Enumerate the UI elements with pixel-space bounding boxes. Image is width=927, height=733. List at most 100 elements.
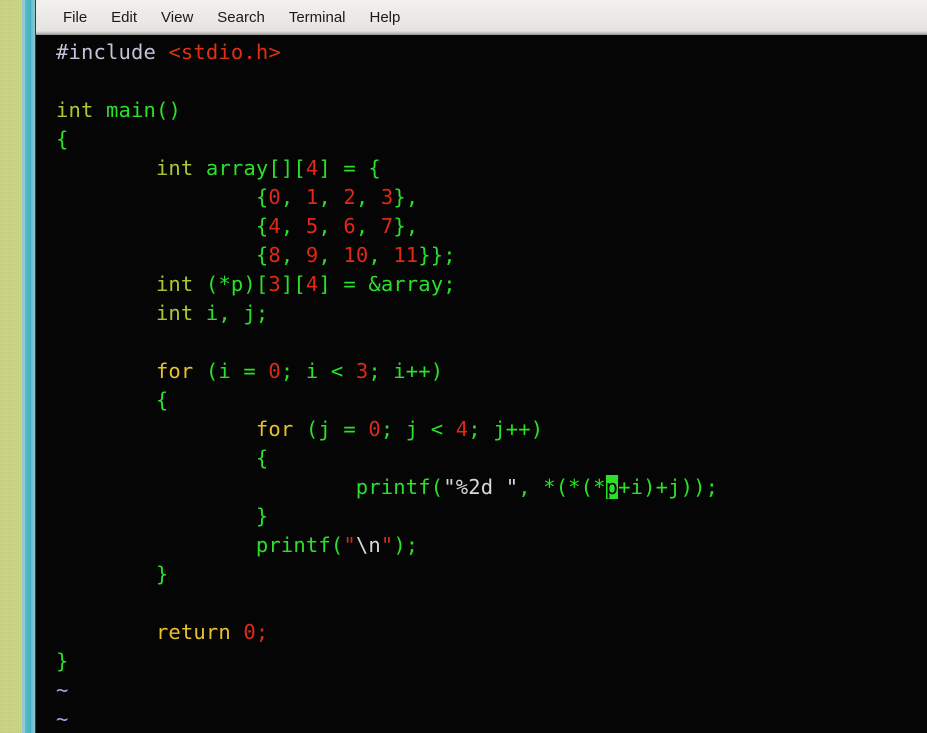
code-token: 1 <box>305 185 319 209</box>
code-line: printf("%2d ", *(*(*p+i)+j)); <box>56 473 718 502</box>
code-token: (i = <box>193 359 269 383</box>
code-line: for (j = 0; j < 4; j++) <box>56 415 718 444</box>
code-token: , <box>355 214 381 238</box>
code-line: ~ <box>56 676 718 705</box>
menu-file[interactable]: File <box>54 8 96 27</box>
code-token: array[][ <box>193 156 306 180</box>
code-token: 4 <box>455 417 469 441</box>
code-line: printf("\n"); <box>56 531 718 560</box>
code-token: 11 <box>393 243 419 267</box>
code-token: int <box>155 272 194 296</box>
code-token: }, <box>393 214 419 238</box>
code-token: int <box>155 301 194 325</box>
menu-edit[interactable]: Edit <box>102 8 146 27</box>
code-token: return <box>155 620 231 644</box>
code-token: , <box>280 185 306 209</box>
code-token: { <box>56 243 269 267</box>
code-token: ~ <box>56 678 69 702</box>
code-token: , <box>318 214 344 238</box>
code-token: ; j < <box>380 417 456 441</box>
code-token: { <box>56 388 169 412</box>
code-token: 4 <box>305 272 319 296</box>
code-token: ; i < <box>280 359 356 383</box>
code-token: , <box>318 243 344 267</box>
text-cursor: p <box>605 475 619 499</box>
code-token: 0 <box>243 620 256 644</box>
code-token: 0 <box>268 359 281 383</box>
code-token: ] = { <box>318 156 381 180</box>
code-token: (*p)[ <box>193 272 269 296</box>
code-token: { <box>56 127 69 151</box>
menu-help[interactable]: Help <box>361 8 410 27</box>
code-token: 5 <box>305 214 319 238</box>
code-token: { <box>56 446 269 470</box>
code-token: 3 <box>268 272 281 296</box>
code-token: #include <box>56 40 169 64</box>
code-token: 4 <box>305 156 319 180</box>
code-token: 8 <box>268 243 281 267</box>
code-line: {4, 5, 6, 7}, <box>56 212 718 241</box>
code-line: {8, 9, 10, 11}}; <box>56 241 718 270</box>
code-token: } <box>56 562 169 586</box>
code-line: int (*p)[3][4] = &array; <box>56 270 718 299</box>
code-token: 7 <box>380 214 394 238</box>
code-token: 9 <box>305 243 319 267</box>
code-token: { <box>56 185 269 209</box>
code-line: { <box>56 386 718 415</box>
code-token: ; j++) <box>468 417 544 441</box>
code-line: ~ <box>56 705 718 733</box>
code-token: } <box>56 504 269 528</box>
terminal-surface[interactable]: #include <stdio.h> int main(){ int array… <box>36 35 927 733</box>
code-token: \n <box>355 533 381 557</box>
code-token: ][ <box>280 272 306 296</box>
code-line: } <box>56 502 718 531</box>
code-token: , <box>368 243 394 267</box>
code-token: 3 <box>355 359 369 383</box>
code-token: ] = &array; <box>318 272 456 296</box>
code-token: 3 <box>380 185 394 209</box>
code-token: }}; <box>418 243 456 267</box>
menubar: File Edit View Search Terminal Help <box>36 0 927 35</box>
code-token: for <box>155 359 194 383</box>
code-line: } <box>56 560 718 589</box>
code-token: (j = <box>293 417 369 441</box>
code-line: int array[][4] = { <box>56 154 718 183</box>
code-line: int i, j; <box>56 299 718 328</box>
code-token: for <box>255 417 294 441</box>
code-line: #include <stdio.h> <box>56 38 718 67</box>
code-token: printf( <box>56 475 444 499</box>
code-token: 4 <box>268 214 281 238</box>
code-token: int <box>56 98 94 122</box>
code-token: " <box>343 533 356 557</box>
menu-view[interactable]: View <box>152 8 202 27</box>
code-token: i, j; <box>193 301 269 325</box>
code-token: , <box>318 185 344 209</box>
code-token: main() <box>105 98 181 122</box>
code-token: " <box>380 533 394 557</box>
code-token: }, <box>393 185 419 209</box>
code-token: printf( <box>56 533 344 557</box>
code-line: return 0; <box>56 618 718 647</box>
code-token: ; i++) <box>368 359 444 383</box>
menu-terminal[interactable]: Terminal <box>280 8 355 27</box>
code-line: { <box>56 444 718 473</box>
code-token: , <box>280 243 306 267</box>
menu-search[interactable]: Search <box>208 8 274 27</box>
code-line: for (i = 0; i < 3; i++) <box>56 357 718 386</box>
code-token: int <box>155 156 194 180</box>
code-token: 6 <box>343 214 356 238</box>
code-line: int main() <box>56 96 718 125</box>
code-token: ; <box>255 620 269 644</box>
code-token: 2 <box>343 185 356 209</box>
vim-editor-buffer[interactable]: #include <stdio.h> int main(){ int array… <box>56 38 718 733</box>
